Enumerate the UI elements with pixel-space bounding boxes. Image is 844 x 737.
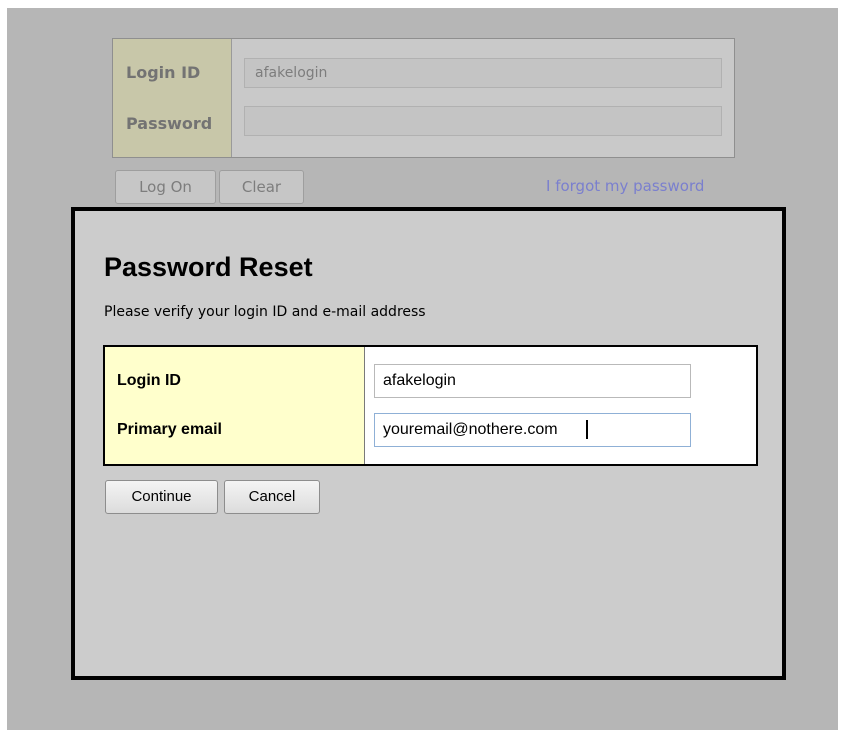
password-label: Password	[126, 114, 213, 133]
dialog-subtitle: Please verify your login ID and e-mail a…	[104, 304, 426, 320]
reset-login-id-input[interactable]	[374, 364, 691, 398]
primary-email-input[interactable]	[374, 413, 691, 447]
dialog-title: Password Reset	[104, 252, 313, 282]
form-label-column: Login ID Primary email	[105, 347, 365, 464]
login-id-label: Login ID	[126, 63, 201, 82]
reset-form-table: Login ID Primary email	[103, 345, 758, 466]
login-label-column: Login ID Password	[113, 39, 232, 157]
logon-button[interactable]: Log On	[115, 170, 216, 204]
password-input[interactable]	[244, 106, 722, 136]
continue-button[interactable]: Continue	[105, 480, 218, 514]
reset-login-id-label: Login ID	[117, 372, 181, 389]
login-form: Login ID Password	[112, 38, 735, 158]
login-id-input[interactable]	[244, 58, 722, 88]
forgot-password-link[interactable]: I forgot my password	[546, 177, 704, 195]
cancel-button[interactable]: Cancel	[224, 480, 320, 514]
clear-button[interactable]: Clear	[219, 170, 304, 204]
primary-email-label: Primary email	[117, 421, 222, 438]
text-caret	[586, 420, 588, 439]
email-field-wrapper	[374, 413, 691, 447]
password-reset-dialog: Password Reset Please verify your login …	[71, 207, 786, 680]
